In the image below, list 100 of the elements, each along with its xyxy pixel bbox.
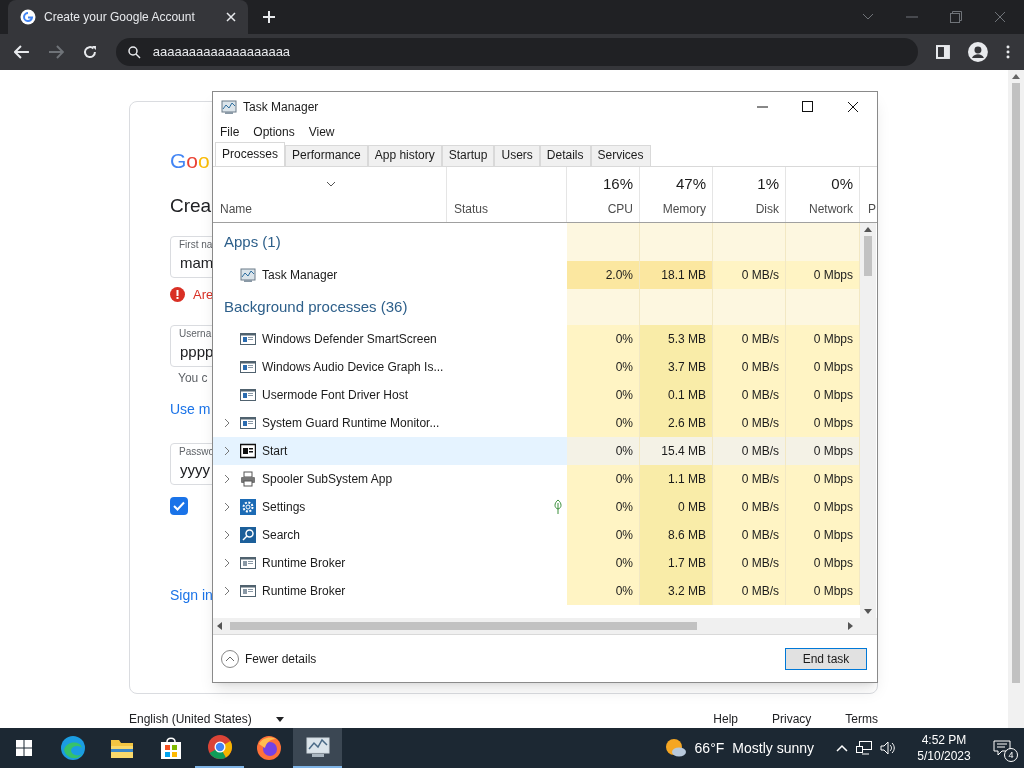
arrow-up-icon[interactable] xyxy=(1012,74,1020,79)
tab[interactable]: App history xyxy=(367,145,442,166)
browser-tab[interactable]: Create your Google Account xyxy=(8,0,248,34)
more-icon[interactable] xyxy=(1006,45,1010,59)
group-heading: Background processes (36) xyxy=(224,296,408,317)
tab[interactable]: Processes xyxy=(215,142,286,166)
error-text: Are xyxy=(193,286,214,304)
fewer-details-button[interactable]: Fewer details xyxy=(221,649,317,668)
menu-item[interactable]: View xyxy=(308,123,335,141)
table-cell: 0 Mbps xyxy=(786,465,860,493)
process-row[interactable]: Search 0% 8.6 MB 0 MB/s 0 Mbps xyxy=(213,521,860,549)
sort-icon[interactable] xyxy=(326,181,336,187)
arrow-up-icon[interactable] xyxy=(864,227,872,232)
table-cell: 0 Mbps xyxy=(786,521,860,549)
table-cell: 0.1 MB xyxy=(640,381,713,409)
profile-icon[interactable] xyxy=(968,42,989,62)
table-cell: 1.7 MB xyxy=(640,549,713,577)
chevron-right-icon[interactable] xyxy=(223,502,230,512)
table-cell: 0 MB/s xyxy=(713,325,786,353)
address-bar[interactable]: aaaaaaaaaaaaaaaaaaa xyxy=(115,38,919,66)
table-cell: 0 MB/s xyxy=(713,521,786,549)
process-row[interactable]: Windows Defender SmartScreen 0% 5.3 MB 0 MB/s 0 Mbps xyxy=(213,325,860,353)
column-header[interactable]: 0% Network xyxy=(786,167,860,222)
tab[interactable]: Services xyxy=(590,145,651,166)
folder-icon xyxy=(109,737,134,759)
process-row[interactable]: Runtime Broker 0% 3.2 MB 0 MB/s 0 Mbps xyxy=(213,577,860,605)
process-row[interactable]: Runtime Broker 0% 1.7 MB 0 MB/s 0 Mbps xyxy=(213,549,860,577)
chevron-right-icon[interactable] xyxy=(223,446,230,456)
hint-text: You c xyxy=(178,369,208,387)
chevron-down-icon[interactable] xyxy=(862,13,874,21)
end-task-button[interactable]: End task xyxy=(785,647,867,670)
scrollbar-thumb[interactable] xyxy=(1012,83,1020,683)
tab[interactable]: Users xyxy=(494,145,540,166)
process-name: Spooler SubSystem App xyxy=(262,471,393,488)
side-panel-icon[interactable] xyxy=(936,45,951,59)
network-icon[interactable] xyxy=(856,741,872,755)
clock[interactable]: 4:52 PM 5/10/2023 xyxy=(908,732,980,764)
restore-icon[interactable] xyxy=(950,11,962,23)
column-header[interactable]: 47% Memory xyxy=(640,167,713,222)
column-header[interactable]: 1% Disk xyxy=(713,167,786,222)
maximize-icon[interactable] xyxy=(802,101,813,112)
process-row[interactable]: Start 0% 15.4 MB 0 MB/s 0 Mbps xyxy=(213,437,860,465)
arrow-right-icon[interactable] xyxy=(848,622,853,630)
close-icon[interactable] xyxy=(847,100,859,113)
footer-link[interactable]: Privacy xyxy=(772,712,812,726)
column-header[interactable]: 16% CPU xyxy=(567,167,640,222)
chevron-right-icon[interactable] xyxy=(223,474,230,484)
chevron-right-icon[interactable] xyxy=(223,586,230,596)
table-cell: 0% xyxy=(567,409,640,437)
process-row[interactable]: Windows Audio Device Graph Is... 0% 3.7 MB 0 MB/s 0 Mbps xyxy=(213,353,860,381)
process-row[interactable]: Usermode Font Driver Host 0% 0.1 MB 0 MB/s 0 Mbps xyxy=(213,381,860,409)
arrow-down-icon[interactable] xyxy=(864,609,872,614)
tab[interactable]: Startup xyxy=(441,145,495,166)
scrollbar-thumb[interactable] xyxy=(230,622,697,630)
column-header[interactable]: Name xyxy=(220,200,446,218)
speaker-icon[interactable] xyxy=(880,741,896,755)
process-row[interactable]: Spooler SubSystem App 0% 1.1 MB 0 MB/s 0 Mbps xyxy=(213,465,860,493)
horizontal-scrollbar[interactable] xyxy=(213,618,877,634)
process-name: Task Manager xyxy=(262,267,338,284)
scrollbar-thumb[interactable] xyxy=(864,236,872,276)
menu-item[interactable]: Options xyxy=(253,123,295,141)
process-row[interactable]: System Guard Runtime Monitor... 0% 2.6 MB 0 MB/s 0 Mbps xyxy=(213,409,860,437)
column-header[interactable]: P xyxy=(868,200,876,218)
notification-icon[interactable] xyxy=(993,740,1011,756)
field-label: Userna xyxy=(179,327,212,340)
checkbox[interactable] xyxy=(170,496,188,515)
reload-icon[interactable] xyxy=(81,44,98,60)
forward-icon[interactable] xyxy=(47,45,64,59)
weather-text: Mostly sunny xyxy=(732,738,814,758)
tab[interactable]: Details xyxy=(539,145,591,166)
notification-badge: 4 xyxy=(1004,748,1018,762)
window-icon xyxy=(240,555,256,571)
plus-icon[interactable] xyxy=(262,10,276,24)
vertical-scrollbar[interactable] xyxy=(860,223,876,618)
minimize-icon[interactable] xyxy=(757,105,768,108)
process-row[interactable]: Task Manager 2.0% 18.1 MB 0 MB/s 0 Mbps xyxy=(213,261,860,289)
taskbar-app[interactable] xyxy=(293,728,342,768)
tab[interactable]: Performance xyxy=(285,145,368,166)
table-cell: 3.2 MB xyxy=(640,577,713,605)
chevron-right-icon[interactable] xyxy=(223,418,230,428)
column-header[interactable]: Status xyxy=(454,200,489,218)
field-value: mam xyxy=(180,253,214,273)
link[interactable]: Use m xyxy=(170,398,211,419)
footer-link[interactable]: Help xyxy=(713,712,738,726)
language-select[interactable]: English (United States) xyxy=(129,712,309,726)
back-icon[interactable] xyxy=(14,45,30,59)
table-cell: 0 MB/s xyxy=(713,577,786,605)
arrow-left-icon[interactable] xyxy=(217,622,222,630)
sign-in-link[interactable]: Sign in xyxy=(170,584,213,605)
window-icon xyxy=(240,359,256,375)
chevron-right-icon[interactable] xyxy=(223,558,230,568)
chevron-right-icon[interactable] xyxy=(223,530,230,540)
table-cell: 0 MB/s xyxy=(713,437,786,465)
table-cell: 2.0% xyxy=(567,261,640,289)
process-row[interactable]: Settings 0% 0 MB 0 MB/s 0 Mbps xyxy=(213,493,860,521)
menu-item[interactable]: File xyxy=(220,123,240,141)
footer-link[interactable]: Terms xyxy=(845,712,878,726)
windows-icon[interactable] xyxy=(16,740,32,756)
chevron-up-icon[interactable] xyxy=(836,744,848,752)
weather-temp: 66°F xyxy=(694,738,725,758)
